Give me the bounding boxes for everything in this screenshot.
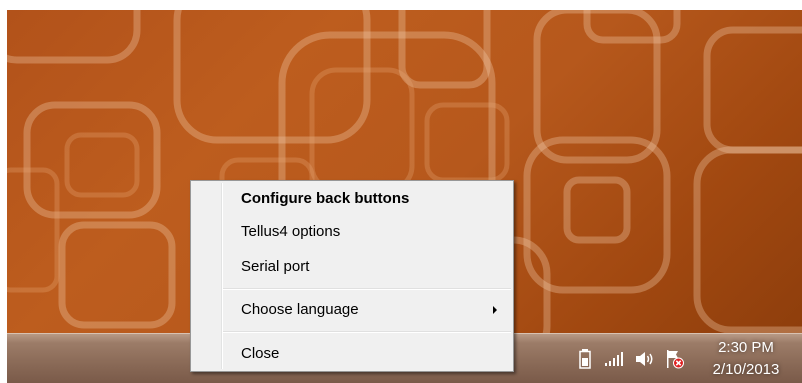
menu-item-configure-back-buttons[interactable]: Configure back buttons [193, 186, 511, 212]
menu-item-label: Serial port [241, 258, 310, 275]
taskbar-clock[interactable]: 2:30 PM 2/10/2013 [690, 334, 802, 383]
screen: 2:30 PM 2/10/2013 Configure back buttons… [0, 0, 802, 383]
clock-time: 2:30 PM [718, 339, 774, 356]
flag-with-x-graphic [667, 350, 684, 369]
battery-icon[interactable] [570, 334, 600, 383]
action-center-flag-icon[interactable] [660, 334, 690, 383]
menu-separator [223, 288, 511, 290]
system-tray: 2:30 PM 2/10/2013 [570, 334, 802, 383]
speaker-volume-icon[interactable] [630, 334, 660, 383]
menu-item-tellus4-options[interactable]: Tellus4 options [193, 219, 511, 245]
signal-strength-icon[interactable] [600, 334, 630, 383]
menu-item-serial-port[interactable]: Serial port [193, 254, 511, 280]
battery-icon-graphic [579, 349, 591, 369]
menu-item-label: Close [241, 345, 280, 362]
menu-item-label: Tellus4 options [241, 223, 341, 240]
submenu-arrow-icon [493, 306, 497, 314]
signal-bars-graphic [605, 352, 623, 366]
menu-item-label: Choose language [241, 301, 359, 318]
tray-context-menu: Configure back buttons Tellus4 options S… [190, 180, 514, 372]
clock-date: 2/10/2013 [712, 361, 780, 378]
speaker-graphic [636, 352, 653, 366]
menu-item-choose-language[interactable]: Choose language [193, 297, 511, 323]
menu-item-close[interactable]: Close [193, 341, 511, 367]
menu-separator [223, 331, 511, 333]
menu-item-label: Configure back buttons [241, 190, 410, 207]
